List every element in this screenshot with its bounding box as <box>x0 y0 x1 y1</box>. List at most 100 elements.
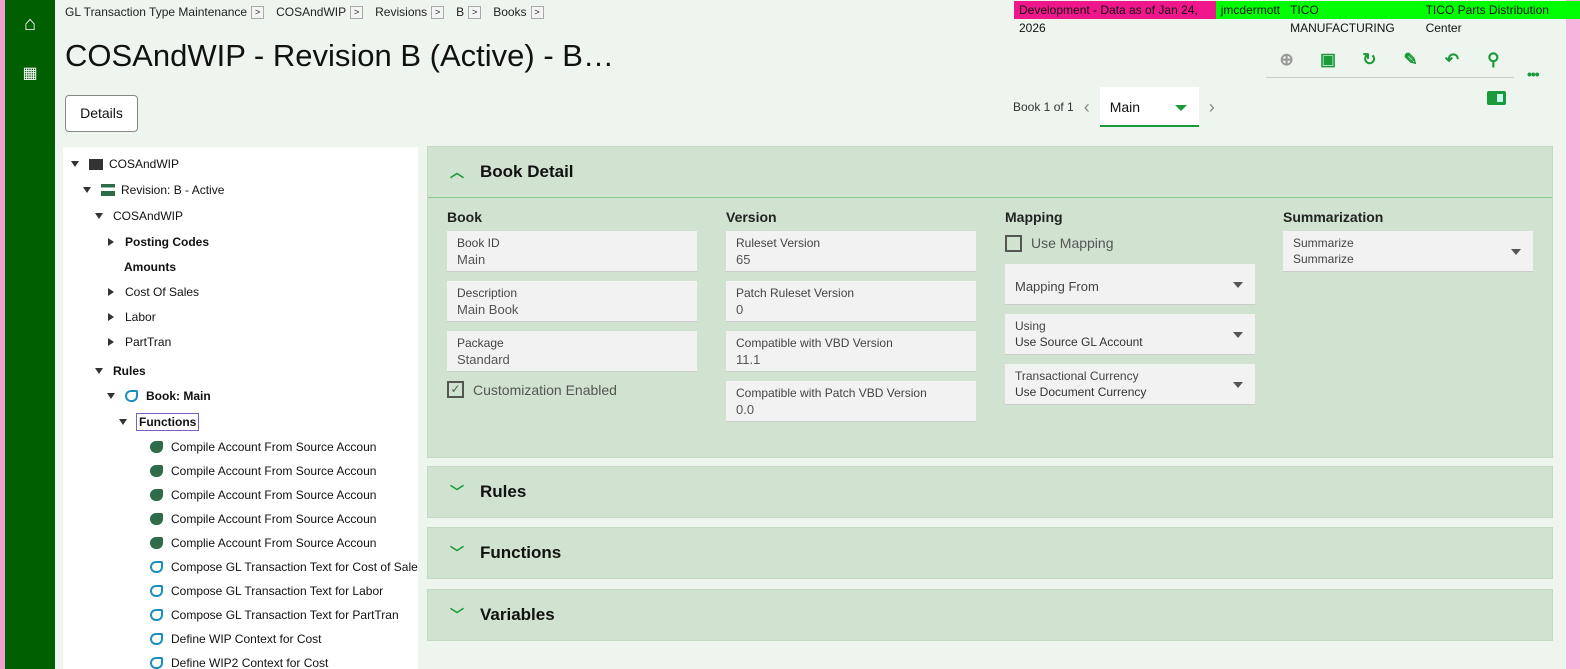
add-icon[interactable]: ⊕ <box>1275 50 1299 70</box>
tree-node[interactable]: PartTran <box>107 333 171 351</box>
undo-icon[interactable]: ↶ <box>1440 50 1464 70</box>
using-select[interactable]: Using Use Source GL Account <box>1005 314 1255 355</box>
package-field[interactable]: Package Standard <box>447 331 697 372</box>
rules-section[interactable]: ﹀ Rules <box>427 466 1553 518</box>
ruleset-version-field[interactable]: Ruleset Version 65 <box>726 231 976 272</box>
chevron-down-icon[interactable]: ﹀ <box>450 605 480 625</box>
functions-section[interactable]: ﹀ Functions <box>427 527 1553 579</box>
section-title: Variables <box>480 605 555 624</box>
use-mapping-checkbox[interactable]: Use Mapping <box>1005 231 1255 255</box>
tree-node[interactable]: Functions <box>119 413 200 431</box>
tree-node[interactable]: Amounts <box>124 258 176 276</box>
transactional-currency-select[interactable]: Transactional Currency Use Document Curre… <box>1005 364 1255 405</box>
tree-node[interactable]: Compile Account From Source Account And … <box>150 510 376 528</box>
breadcrumb-label[interactable]: COSAndWIP <box>276 5 346 19</box>
book-pager: Book 1 of 1 ‹ Main › <box>1013 87 1225 127</box>
tree-node[interactable]: Revision: B - Active <box>83 181 224 199</box>
section-header[interactable]: ﹀ Functions <box>428 528 1552 578</box>
apps-grid-icon[interactable]: ▦ <box>20 64 40 84</box>
chevron-right-icon[interactable]: › <box>1209 97 1215 118</box>
checkbox-checked-icon[interactable]: ✓ <box>447 381 464 398</box>
description-field[interactable]: Description Main Book <box>447 281 697 322</box>
tree-node[interactable]: Complie Account From Source Account And … <box>150 534 376 552</box>
chevron-down-icon[interactable]: ﹀ <box>450 543 480 563</box>
field-label: Patch Ruleset Version <box>736 286 855 300</box>
mapping-from-select[interactable]: Mapping From <box>1005 264 1255 305</box>
panel-toggle-icon[interactable] <box>1487 91 1506 105</box>
field-label: Package <box>457 336 504 350</box>
tree-node[interactable]: Define WIP2 Context for Cost <box>150 654 328 669</box>
section-header[interactable]: ﹀ Variables <box>428 590 1552 640</box>
chevron-down-icon[interactable]: ﹀ <box>450 482 480 502</box>
chevron-right-icon[interactable]: > <box>350 5 364 19</box>
refresh-icon[interactable]: ↻ <box>1357 50 1381 70</box>
tree-node[interactable]: Rules <box>95 362 146 380</box>
details-button[interactable]: Details <box>65 95 138 132</box>
expand-toggle-icon[interactable] <box>108 338 114 346</box>
save-icon[interactable]: ▣ <box>1316 50 1340 70</box>
clear-icon[interactable]: ✎ <box>1399 50 1423 70</box>
search-icon[interactable]: ⚲ <box>1481 50 1505 70</box>
tree-node[interactable]: Book: Main <box>107 387 211 405</box>
expand-toggle-icon[interactable] <box>108 288 114 296</box>
expand-toggle-icon[interactable] <box>71 161 79 167</box>
customization-checkbox[interactable]: ✓ Customization Enabled <box>447 381 697 398</box>
variables-section[interactable]: ﹀ Variables <box>427 589 1553 641</box>
expand-toggle-icon[interactable] <box>95 213 103 219</box>
breadcrumb-item[interactable]: B > <box>456 5 482 19</box>
chevron-right-icon[interactable]: > <box>431 5 445 19</box>
tree-label: Rules <box>113 364 146 378</box>
tree-node[interactable]: Labor <box>107 308 156 326</box>
tree-node[interactable]: COSAndWIP <box>95 207 183 225</box>
more-options-icon[interactable]: ••• <box>1527 66 1540 82</box>
tree-node[interactable]: Cost Of Sales <box>107 283 199 301</box>
field-label: Compatible with Patch VBD Version <box>736 386 927 400</box>
tree-label: Functions <box>135 413 200 431</box>
breadcrumb-item[interactable]: GL Transaction Type Maintenance > <box>65 5 265 19</box>
field-placeholder: Mapping From <box>1015 279 1099 294</box>
chevron-left-icon[interactable]: ‹ <box>1084 97 1090 118</box>
breadcrumb-item[interactable]: Books > <box>493 5 544 19</box>
tree-node[interactable]: Define WIP Context for Cost <box>150 630 322 648</box>
home-icon[interactable]: ⌂ <box>20 14 40 34</box>
tree-node[interactable]: Compose GL Transaction Text for Labor <box>150 582 383 600</box>
expand-toggle-icon[interactable] <box>119 419 127 425</box>
breadcrumb-label[interactable]: GL Transaction Type Maintenance <box>65 5 247 19</box>
environment-banner: Development - Data as of Jan 24, 2026 <box>1014 1 1216 35</box>
field-value: Main Book <box>457 302 519 317</box>
expand-toggle-icon[interactable] <box>95 368 103 374</box>
patch-ruleset-version-field[interactable]: Patch Ruleset Version 0 <box>726 281 976 322</box>
expand-toggle-icon[interactable] <box>108 313 114 321</box>
checkbox-unchecked-icon[interactable] <box>1005 234 1022 252</box>
column-title: Book <box>447 209 482 225</box>
tree-node[interactable]: Compose GL Transaction Text for PartTran <box>150 606 399 624</box>
chevron-up-icon[interactable]: ︿ <box>450 162 480 182</box>
tree-node[interactable]: Compile Account From Source Account And … <box>150 486 376 504</box>
expand-toggle-icon[interactable] <box>107 393 115 399</box>
tree-node[interactable]: COSAndWIP <box>71 155 179 173</box>
tree-node[interactable]: Posting Codes <box>107 233 209 251</box>
book-select[interactable]: Main <box>1099 87 1199 127</box>
expand-toggle-icon[interactable] <box>108 238 114 246</box>
breadcrumb-item[interactable]: COSAndWIP > <box>276 5 364 19</box>
breadcrumb-label[interactable]: Books <box>493 5 526 19</box>
column-title: Summarization <box>1283 209 1384 225</box>
patch-vbd-version-field[interactable]: Compatible with Patch VBD Version 0.0 <box>726 381 976 422</box>
tree-label: Compile Account From Source Account And … <box>171 440 376 454</box>
tree-node[interactable]: Compile Account From Source Account And … <box>150 462 376 480</box>
section-header[interactable]: ﹀ Rules <box>428 467 1552 517</box>
book-id-field[interactable]: Book ID Main <box>447 231 697 272</box>
tree-node[interactable]: Compose GL Transaction Text for Cost of … <box>150 558 418 576</box>
vbd-version-field[interactable]: Compatible with VBD Version 11.1 <box>726 331 976 372</box>
summarize-select[interactable]: Summarize Summarize <box>1283 231 1533 272</box>
tree-node[interactable]: Compile Account From Source Account And … <box>150 438 376 456</box>
section-header[interactable]: ︿ Book Detail <box>428 147 1552 197</box>
breadcrumb-label[interactable]: Revisions <box>375 5 427 19</box>
page-count: Book 1 of 1 <box>1013 100 1074 114</box>
breadcrumb-label[interactable]: B <box>456 5 464 19</box>
chevron-right-icon[interactable]: > <box>530 5 544 19</box>
chevron-right-icon[interactable]: > <box>468 5 482 19</box>
chevron-right-icon[interactable]: > <box>251 5 265 19</box>
breadcrumb-item[interactable]: Revisions > <box>375 5 445 19</box>
expand-toggle-icon[interactable] <box>83 187 91 193</box>
